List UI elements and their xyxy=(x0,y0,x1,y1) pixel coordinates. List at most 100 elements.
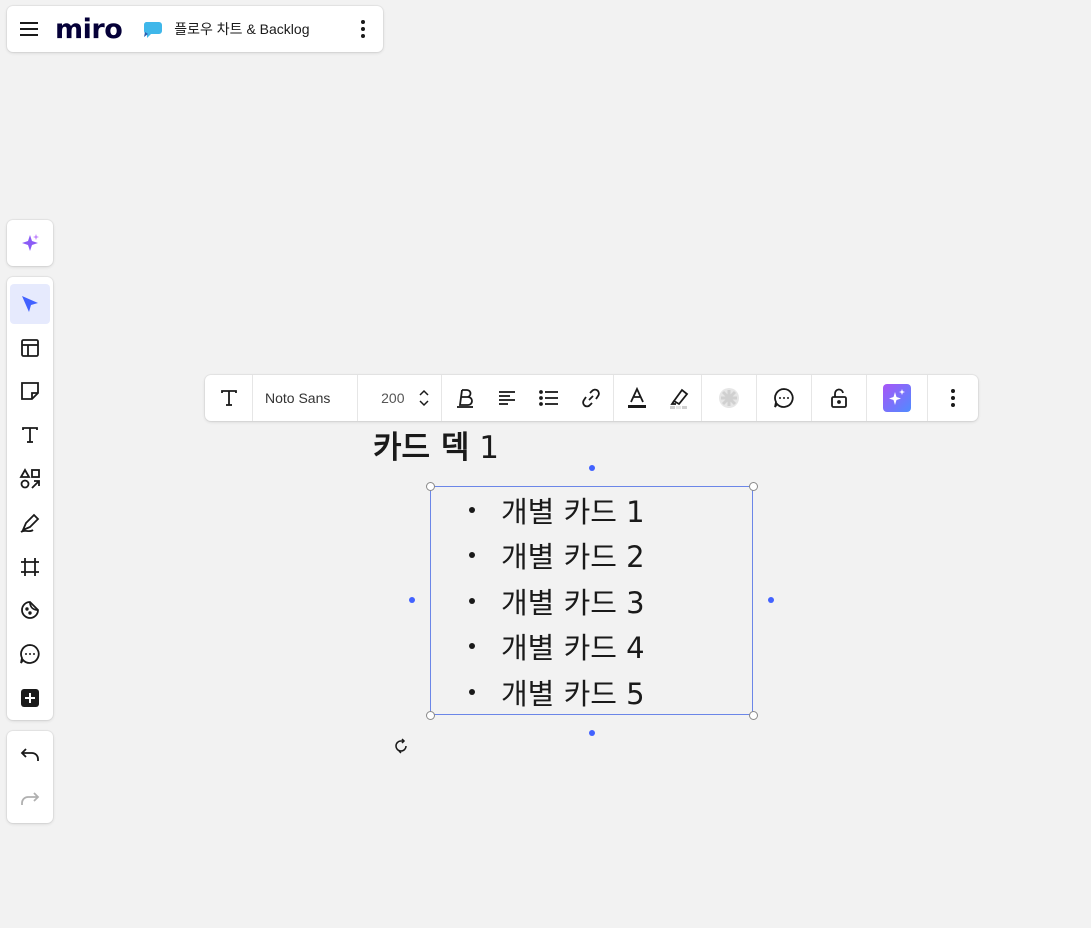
align-left-icon xyxy=(498,391,515,405)
comment-icon xyxy=(774,388,794,408)
align-button[interactable] xyxy=(486,375,528,421)
undo-button[interactable] xyxy=(10,735,50,775)
rotate-icon[interactable] xyxy=(392,737,410,755)
top-bar: miro 플로우 차트 & Backlog xyxy=(7,6,383,52)
resize-handle-bottom-left[interactable] xyxy=(426,711,435,720)
board-chat-bubble-icon xyxy=(144,22,163,38)
templates-icon xyxy=(21,338,39,357)
link-icon xyxy=(581,388,600,408)
stickers-button[interactable] xyxy=(10,591,50,631)
pen-icon xyxy=(20,513,40,533)
creation-toolbar xyxy=(7,277,53,720)
templates-button[interactable] xyxy=(10,328,50,368)
vertical-dots-icon xyxy=(361,20,365,38)
font-family-select[interactable]: Noto Sans xyxy=(253,375,358,421)
connector-handle-bottom[interactable] xyxy=(589,730,595,736)
shapes-button[interactable] xyxy=(10,459,50,499)
transparent-fill-icon xyxy=(719,388,739,408)
bullet-dot xyxy=(469,506,475,513)
chevron-down-icon[interactable] xyxy=(418,400,429,407)
select-cursor-icon xyxy=(22,295,38,312)
sticky-note-button[interactable] xyxy=(10,372,50,412)
resize-handle-top-right[interactable] xyxy=(749,482,758,491)
board-more-button[interactable] xyxy=(343,6,383,52)
frame-icon xyxy=(21,557,39,576)
selected-text-box[interactable]: 개별 카드 1 개별 카드 2 개별 카드 3 개별 카드 4 개별 카드 5 xyxy=(430,486,753,715)
list-item: 개별 카드 1 xyxy=(461,487,656,533)
color-group xyxy=(614,375,702,421)
connector-handle-right[interactable] xyxy=(768,597,774,603)
redo-button[interactable] xyxy=(10,779,50,819)
text-icon xyxy=(22,427,38,444)
add-more-tools-button[interactable] xyxy=(10,678,50,718)
chevron-up-icon[interactable] xyxy=(418,389,429,396)
card-item-text: 개별 카드 4 xyxy=(501,631,645,666)
text-tool-button[interactable] xyxy=(10,415,50,455)
add-comment-button[interactable] xyxy=(757,375,812,421)
card-deck-title-number: 1 xyxy=(469,430,499,466)
shapes-icon xyxy=(19,468,40,489)
hamburger-menu-icon xyxy=(20,22,38,36)
bold-button[interactable] xyxy=(444,375,486,421)
card-item-text: 개별 카드 2 xyxy=(501,540,645,575)
resize-handle-top-left[interactable] xyxy=(426,482,435,491)
ai-button[interactable] xyxy=(10,223,50,263)
resize-handle-bottom-right[interactable] xyxy=(749,711,758,720)
text-style-button[interactable] xyxy=(205,375,253,421)
bullet-dot xyxy=(469,643,475,650)
connector-handle-left[interactable] xyxy=(409,597,415,603)
fill-color-button[interactable] xyxy=(702,375,757,421)
comment-button[interactable] xyxy=(10,634,50,674)
vertical-dots-icon xyxy=(951,389,955,407)
bullet-dot xyxy=(469,688,475,695)
bullet-dot xyxy=(469,597,475,604)
bold-icon xyxy=(456,389,473,408)
text-format-group xyxy=(442,375,614,421)
ai-assist-button[interactable] xyxy=(867,375,928,421)
highlight-button[interactable] xyxy=(658,375,700,421)
bullet-dot xyxy=(469,552,475,559)
list-item: 개별 카드 4 xyxy=(461,624,656,670)
font-family-value: Noto Sans xyxy=(265,390,331,406)
miro-logo[interactable]: miro xyxy=(55,14,123,45)
ai-toolbar xyxy=(7,220,53,266)
lock-button[interactable] xyxy=(812,375,867,421)
font-size-control: 200 xyxy=(358,375,442,421)
card-item-text: 개별 카드 5 xyxy=(501,676,645,711)
ai-sparkle-icon xyxy=(883,384,911,412)
card-deck-title[interactable]: 카드 덱 1 xyxy=(373,422,499,467)
pen-button[interactable] xyxy=(10,503,50,543)
list-item: 개별 카드 5 xyxy=(461,669,656,714)
bullet-list-button[interactable] xyxy=(528,375,570,421)
list-item: 개별 카드 3 xyxy=(461,578,656,624)
connector-handle-top[interactable] xyxy=(589,465,595,471)
sticky-note-icon xyxy=(21,382,39,401)
unlock-icon xyxy=(831,388,847,408)
font-size-value[interactable]: 200 xyxy=(371,390,404,406)
card-list[interactable]: 개별 카드 1 개별 카드 2 개별 카드 3 개별 카드 4 개별 카드 5 xyxy=(461,487,656,714)
redo-icon xyxy=(21,792,40,805)
text-format-toolbar: Noto Sans 200 xyxy=(205,375,978,421)
link-button[interactable] xyxy=(570,375,612,421)
text-color-button[interactable] xyxy=(616,375,658,421)
list-item: 개별 카드 2 xyxy=(461,533,656,579)
toolbar-more-button[interactable] xyxy=(928,375,978,421)
font-size-stepper xyxy=(418,389,429,407)
text-icon xyxy=(220,390,237,406)
main-menu-button[interactable] xyxy=(7,6,51,52)
text-color-icon xyxy=(627,387,646,408)
card-item-text: 개별 카드 3 xyxy=(501,585,645,620)
select-tool-button[interactable] xyxy=(10,284,50,324)
add-more-icon xyxy=(21,689,39,708)
comment-icon xyxy=(20,644,40,665)
highlighter-icon xyxy=(669,388,688,409)
history-toolbar xyxy=(7,731,53,823)
board-name[interactable]: 플로우 차트 & Backlog xyxy=(174,19,343,39)
sparkle-icon xyxy=(22,234,39,251)
bullet-list-icon xyxy=(538,390,558,406)
stickers-icon xyxy=(21,601,39,620)
card-deck-title-bold: 카드 덱 xyxy=(373,430,470,466)
undo-icon xyxy=(20,748,39,761)
card-item-text: 개별 카드 1 xyxy=(501,494,645,529)
frame-button[interactable] xyxy=(10,547,50,587)
